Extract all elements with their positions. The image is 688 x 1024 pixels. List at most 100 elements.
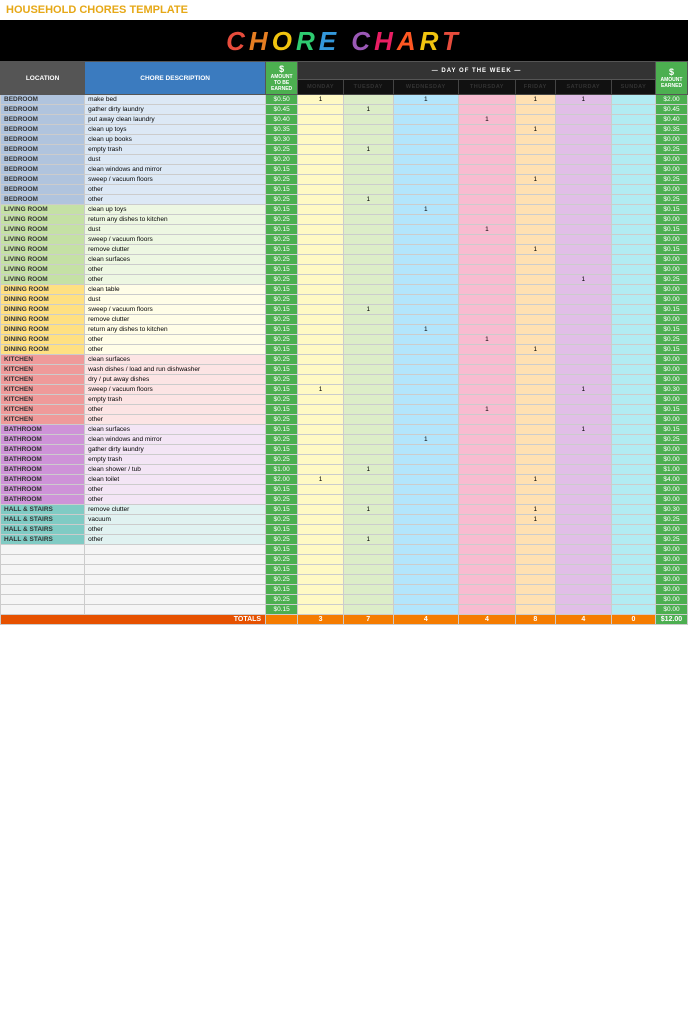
earned-cell: $0.00 [656, 565, 688, 575]
table-row: $0.25$0.00 [1, 595, 688, 605]
chore-cell: other [85, 335, 266, 345]
chore-cell [85, 585, 266, 595]
day-cell-sun [611, 335, 655, 345]
day-cell-sat [555, 545, 611, 555]
location-cell: BEDROOM [1, 175, 85, 185]
day-cell-fri [515, 495, 555, 505]
day-cell-mon [298, 165, 344, 175]
day-cell-mon [298, 315, 344, 325]
day-cell-tue [344, 295, 393, 305]
earned-cell: $0.15 [656, 225, 688, 235]
day-cell-mon [298, 375, 344, 385]
day-cell-fri [515, 185, 555, 195]
day-cell-fri [515, 525, 555, 535]
chore-cell: clean surfaces [85, 255, 266, 265]
amount-cell: $0.25 [266, 275, 298, 285]
day-cell-sun [611, 605, 655, 615]
earned-cell: $0.25 [656, 175, 688, 185]
chore-cell: other [85, 345, 266, 355]
day-cell-sat [555, 445, 611, 455]
day-cell-sun [611, 415, 655, 425]
day-cell-mon [298, 105, 344, 115]
day-cell-mon [298, 295, 344, 305]
day-cell-mon [298, 525, 344, 535]
day-cell-sat [555, 215, 611, 225]
totals-row: TOTALS 3 7 4 4 8 4 0 $12.00 [1, 615, 688, 625]
day-cell-fri [515, 105, 555, 115]
chore-cell: wash dishes / load and run dishwasher [85, 365, 266, 375]
day-of-week-label: — DAY OF THE WEEK — [298, 62, 656, 80]
earned-cell: $0.00 [656, 395, 688, 405]
day-cell-wed [393, 105, 459, 115]
table-row: LIVING ROOMdust$0.151$0.15 [1, 225, 688, 235]
amount-cell: $0.15 [266, 345, 298, 355]
day-cell-wed [393, 345, 459, 355]
day-cell-wed [393, 185, 459, 195]
day-cell-mon [298, 395, 344, 405]
day-cell-sat [555, 155, 611, 165]
day-cell-fri [515, 135, 555, 145]
earned-cell: $0.15 [656, 245, 688, 255]
amount-cell: $0.25 [266, 235, 298, 245]
table-row: BEDROOMclean windows and mirror$0.15$0.0… [1, 165, 688, 175]
day-cell-sat [555, 395, 611, 405]
day-cell-sat: 1 [555, 95, 611, 105]
day-cell-sun [611, 105, 655, 115]
day-cell-wed [393, 555, 459, 565]
day-cell-sun [611, 235, 655, 245]
amount-cell: $0.25 [266, 455, 298, 465]
table-row: BEDROOMother$0.251$0.25 [1, 195, 688, 205]
day-cell-mon [298, 535, 344, 545]
table-row: $0.15 $0.00 [1, 565, 688, 575]
day-cell-fri [515, 565, 555, 575]
day-cell-fri [515, 465, 555, 475]
day-cell-fri [515, 425, 555, 435]
chore-cell: dry / put away dishes [85, 375, 266, 385]
day-cell-tue [344, 275, 393, 285]
day-cell-tue [344, 585, 393, 595]
chore-cell: clean shower / tub [85, 465, 266, 475]
chore-cell: dust [85, 225, 266, 235]
day-cell-sat [555, 195, 611, 205]
day-cell-wed [393, 505, 459, 515]
day-cell-sun [611, 225, 655, 235]
day-cell-sat [555, 525, 611, 535]
day-cell-sat [555, 555, 611, 565]
day-cell-sat [555, 225, 611, 235]
day-cell-tue [344, 395, 393, 405]
location-cell: DINING ROOM [1, 305, 85, 315]
day-cell-thu [459, 295, 516, 305]
earned-cell: $0.25 [656, 515, 688, 525]
earned-cell: $0.25 [656, 435, 688, 445]
amount-cell: $0.25 [266, 355, 298, 365]
chore-cell: sweep / vacuum floors [85, 235, 266, 245]
amount-cell: $0.15 [266, 585, 298, 595]
day-cell-wed [393, 255, 459, 265]
amount-cell: $0.40 [266, 115, 298, 125]
day-cell-sat [555, 335, 611, 345]
table-row: BEDROOMmake bed$0.501111$2.00 [1, 95, 688, 105]
day-cell-fri [515, 225, 555, 235]
day-cell-tue [344, 385, 393, 395]
location-cell: KITCHEN [1, 365, 85, 375]
day-cell-wed [393, 515, 459, 525]
table-row: BEDROOMput away clean laundry$0.401$0.40 [1, 115, 688, 125]
day-cell-fri [515, 485, 555, 495]
amount-cell: $0.25 [266, 145, 298, 155]
chore-cell: clean up toys [85, 205, 266, 215]
day-cell-wed [393, 145, 459, 155]
day-cell-tue [344, 445, 393, 455]
day-cell-sat [555, 165, 611, 175]
chore-cell: other [85, 195, 266, 205]
day-cell-sun [611, 465, 655, 475]
day-cell-mon [298, 195, 344, 205]
day-cell-sun [611, 555, 655, 565]
amount-cell: $0.15 [266, 565, 298, 575]
day-cell-sun [611, 125, 655, 135]
location-cell: DINING ROOM [1, 315, 85, 325]
location-cell: KITCHEN [1, 375, 85, 385]
day-cell-wed [393, 135, 459, 145]
table-row: BEDROOMempty trash$0.251$0.25 [1, 145, 688, 155]
chore-cell: return any dishes to kitchen [85, 215, 266, 225]
location-cell: BEDROOM [1, 135, 85, 145]
